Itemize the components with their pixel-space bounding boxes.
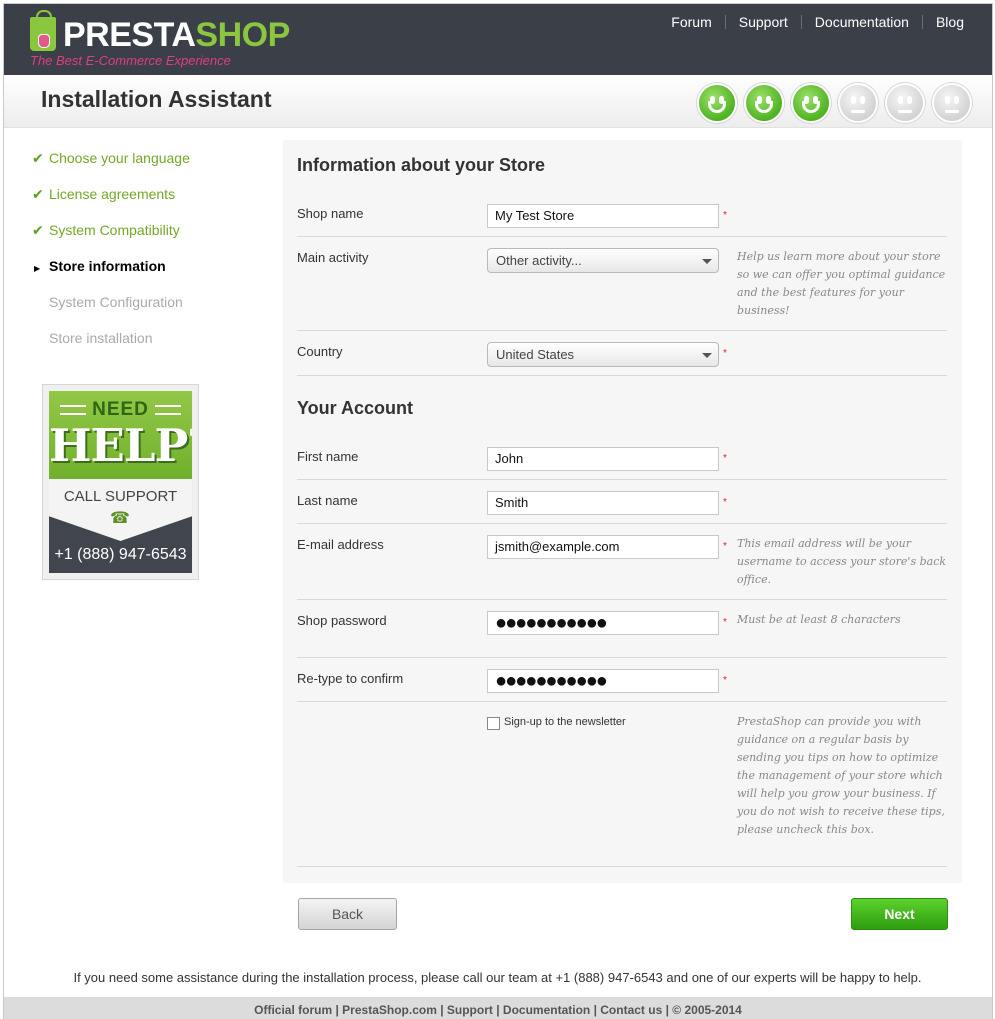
checkmark-icon: ✔	[32, 150, 44, 166]
nav-blog-link[interactable]: Blog	[921, 15, 964, 29]
shop-name-input[interactable]: My Test Store	[487, 204, 719, 228]
divider	[297, 523, 947, 524]
divider	[297, 330, 947, 331]
divider	[297, 599, 947, 600]
confirm-password-input[interactable]: ●●●●●●●●●●●	[487, 669, 719, 693]
arrow-right-icon: ▶	[34, 264, 41, 273]
step-system-configuration: System Configuration	[49, 294, 183, 310]
required-marker: *	[723, 497, 727, 508]
help-need-text: NEED	[49, 399, 192, 421]
password-hint: Must be at least 8 characters	[737, 613, 901, 626]
header: PRESTASHOP The Best E-Commerce Experienc…	[4, 4, 992, 75]
shop-password-input[interactable]: ●●●●●●●●●●●	[487, 611, 719, 635]
step-store-installation: Store installation	[49, 330, 153, 346]
prestashop-logo[interactable]: PRESTASHOP The Best E-Commerce Experienc…	[30, 10, 290, 72]
nav-support-link[interactable]: Support	[724, 15, 801, 29]
account-section-title: Your Account	[297, 398, 413, 418]
newsletter-hint: PrestaShop can provide you with guidance…	[737, 715, 945, 836]
title-band: Installation Assistant	[4, 75, 992, 128]
divider	[297, 479, 947, 480]
hand-cursor-icon	[38, 34, 50, 48]
back-button[interactable]: Back	[298, 898, 397, 930]
required-marker: *	[723, 210, 727, 221]
dropdown-arrow-icon	[702, 259, 712, 264]
logo-text: PRESTASHOP	[63, 16, 290, 54]
country-label: Country	[297, 344, 343, 359]
confirm-password-label: Re-type to confirm	[297, 671, 404, 686]
required-marker: *	[723, 675, 727, 686]
email-hint: This email address will be your username…	[737, 537, 947, 586]
progress-smileys	[697, 83, 972, 123]
store-section-title: Information about your Store	[297, 155, 546, 175]
newsletter-checkbox[interactable]	[487, 717, 500, 730]
footer-links[interactable]: Official forum | PrestaShop.com | Suppor…	[4, 997, 992, 1019]
step-license-agreements[interactable]: ✔ License agreements	[32, 186, 190, 222]
divider	[297, 375, 947, 376]
steps-list: ✔ Choose your language ✔ License agreement…	[32, 150, 190, 366]
smiley-happy-icon	[697, 83, 737, 123]
help-title: HELP?	[49, 419, 192, 472]
first-name-label: First name	[297, 449, 359, 464]
smiley-happy-icon	[744, 83, 784, 123]
logo-tagline: The Best E-Commerce Experience	[30, 53, 231, 68]
divider	[297, 701, 947, 702]
required-marker: *	[723, 541, 727, 552]
shopping-bag-icon	[30, 10, 56, 51]
email-input[interactable]: jsmith@example.com	[487, 535, 719, 559]
telephone-icon: ☎	[110, 510, 130, 527]
required-marker: *	[723, 348, 727, 359]
call-support-text: CALL SUPPORT	[63, 488, 178, 505]
main-activity-label: Main activity	[297, 250, 369, 265]
required-marker: *	[723, 453, 727, 464]
divider	[297, 866, 947, 867]
step-system-compatibility[interactable]: ✔ System Compatibility	[32, 222, 190, 258]
divider	[297, 657, 947, 658]
email-label: E-mail address	[297, 537, 384, 552]
first-name-input[interactable]: John	[487, 447, 719, 471]
page-title: Installation Assistant	[41, 86, 272, 112]
required-marker: *	[723, 617, 727, 628]
shop-password-label: Shop password	[297, 613, 387, 628]
smiley-neutral-icon	[932, 83, 972, 123]
top-nav: Forum Support Documentation Blog	[658, 15, 964, 29]
country-select[interactable]: United States	[487, 342, 719, 367]
smiley-neutral-icon	[838, 83, 878, 123]
support-phone: +1 (888) 947-6543	[54, 546, 187, 563]
dropdown-arrow-icon	[702, 353, 712, 358]
checkmark-icon: ✔	[32, 186, 44, 202]
newsletter-label[interactable]: Sign-up to the newsletter	[504, 716, 626, 728]
need-help-banner[interactable]: NEED HELP? CALL SUPPORT ☎ +1 (888) 947-6…	[42, 384, 199, 580]
next-button[interactable]: Next	[851, 898, 948, 930]
step-choose-language[interactable]: ✔ Choose your language	[32, 150, 190, 186]
nav-forum-link[interactable]: Forum	[658, 15, 724, 29]
last-name-label: Last name	[297, 493, 358, 508]
shop-name-label: Shop name	[297, 206, 364, 221]
nav-documentation-link[interactable]: Documentation	[800, 15, 922, 29]
divider	[297, 236, 947, 237]
assistance-text: If you need some assistance during the i…	[73, 970, 922, 985]
checkmark-icon: ✔	[32, 222, 44, 238]
main-activity-hint: Help us learn more about your store so w…	[737, 250, 946, 317]
smiley-happy-icon	[791, 83, 831, 123]
last-name-input[interactable]: Smith	[487, 491, 719, 515]
main-activity-select[interactable]: Other activity...	[487, 248, 719, 273]
step-store-information: ▶ Store information	[32, 258, 190, 294]
smiley-neutral-icon	[885, 83, 925, 123]
